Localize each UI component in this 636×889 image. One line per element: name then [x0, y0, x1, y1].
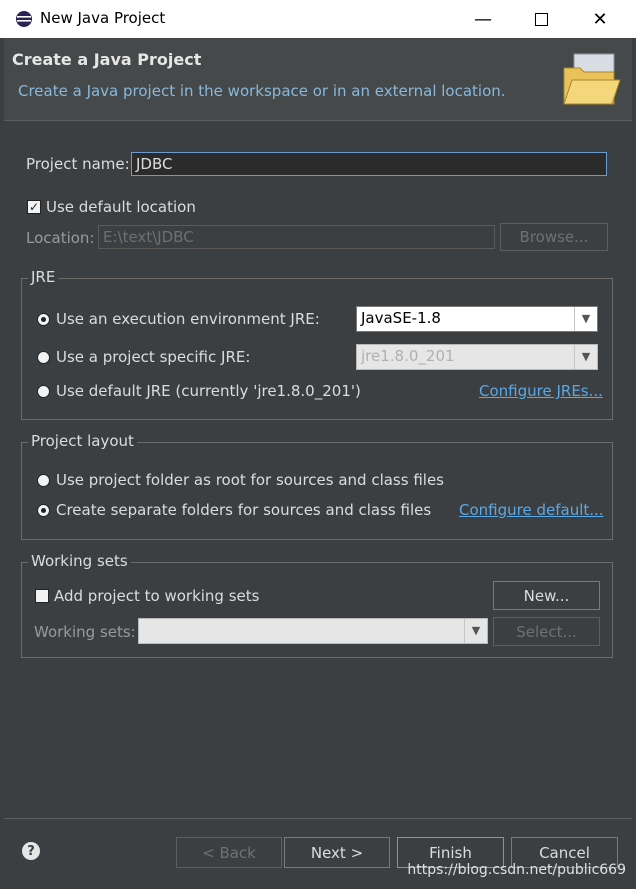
project-name-input[interactable]: JDBC: [131, 152, 607, 176]
browse-button[interactable]: Browse...: [500, 223, 608, 251]
configure-default-link[interactable]: Configure default...: [459, 501, 604, 519]
wizard-header: Create a Java Project Create a Java proj…: [4, 38, 632, 121]
checkmark-icon: ✓: [28, 200, 40, 214]
location-input[interactable]: E:\text\JDBC: [98, 225, 495, 249]
project-specific-jre-select[interactable]: jre1.8.0_201 ▼: [356, 344, 598, 370]
add-to-working-sets-label: Add project to working sets: [54, 587, 260, 605]
eclipse-icon: [16, 11, 32, 27]
close-button[interactable]: ✕: [571, 0, 629, 38]
next-button[interactable]: Next >: [284, 837, 390, 868]
working-sets-select[interactable]: ▼: [138, 618, 488, 644]
root-layout-radio[interactable]: [37, 474, 50, 487]
help-icon[interactable]: ?: [22, 842, 40, 860]
jre-group-label: JRE: [28, 268, 59, 286]
chevron-down-icon: ▼: [464, 619, 487, 643]
use-default-location-checkbox[interactable]: ✓: [27, 200, 41, 214]
chevron-down-icon: ▼: [574, 307, 597, 331]
back-button[interactable]: < Back: [176, 837, 282, 868]
folder-banner-icon: [563, 53, 621, 105]
use-default-location-label: Use default location: [46, 198, 196, 216]
execution-env-label: Use an execution environment JRE:: [56, 310, 320, 328]
configure-jres-link[interactable]: Configure JREs...: [479, 382, 603, 400]
project-specific-jre-radio[interactable]: [37, 351, 50, 364]
wizard-title: Create a Java Project: [12, 50, 202, 69]
location-label: Location:: [26, 229, 95, 247]
default-jre-radio[interactable]: [37, 385, 50, 398]
wizard-description: Create a Java project in the workspace o…: [18, 82, 506, 100]
root-layout-label: Use project folder as root for sources a…: [56, 471, 444, 489]
new-working-set-button[interactable]: New...: [493, 581, 600, 610]
project-layout-group-label: Project layout: [28, 432, 137, 450]
separate-folders-radio[interactable]: [37, 504, 50, 517]
minimize-button[interactable]: —: [454, 0, 512, 38]
execution-env-value: JavaSE-1.8: [361, 309, 441, 327]
separate-folders-label: Create separate folders for sources and …: [56, 501, 432, 519]
maximize-button[interactable]: [512, 0, 570, 38]
close-icon: ✕: [592, 8, 608, 30]
add-to-working-sets-checkbox[interactable]: [35, 589, 49, 603]
working-sets-label: Working sets:: [34, 623, 136, 641]
project-layout-group: Project layout: [21, 432, 613, 540]
project-specific-jre-label: Use a project specific JRE:: [56, 348, 251, 366]
project-name-label: Project name:: [26, 155, 130, 173]
watermark-text: https://blog.csdn.net/public669: [407, 862, 626, 878]
window-titlebar: New Java Project — ✕: [0, 0, 636, 38]
maximize-icon: [534, 12, 548, 26]
minimize-icon: —: [474, 8, 492, 30]
chevron-down-icon: ▼: [574, 345, 597, 369]
working-sets-group-label: Working sets: [28, 552, 131, 570]
project-specific-jre-value: jre1.8.0_201: [361, 347, 455, 365]
window-title: New Java Project: [40, 9, 166, 27]
execution-env-radio[interactable]: [37, 313, 50, 326]
execution-env-select[interactable]: JavaSE-1.8 ▼: [356, 306, 598, 332]
select-working-sets-button[interactable]: Select...: [493, 617, 600, 646]
default-jre-label: Use default JRE (currently 'jre1.8.0_201…: [56, 382, 361, 400]
